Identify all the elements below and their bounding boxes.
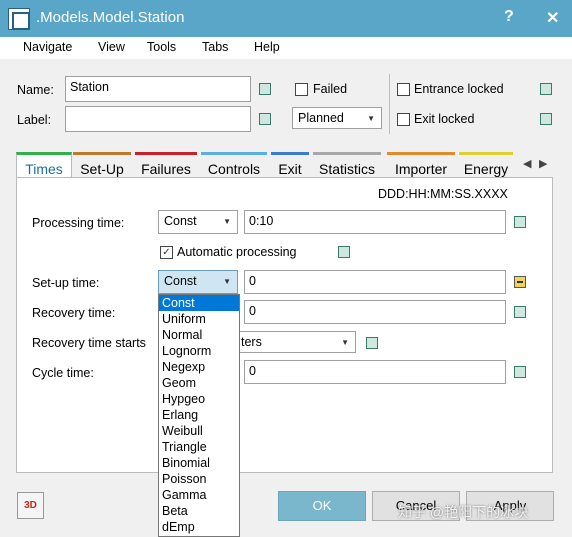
planned-select[interactable]: Planned ▼	[292, 107, 382, 129]
3d-button[interactable]: 3D	[17, 492, 44, 519]
setup-dist-value: Const	[164, 274, 197, 288]
divider	[389, 74, 390, 134]
setup-time-field[interactable]: 0	[244, 270, 506, 294]
tab-scroll-right-icon[interactable]: ▶	[539, 157, 547, 170]
close-button[interactable]: ✕	[546, 8, 559, 28]
distribution-dropdown: Const Uniform Normal Lognorm Negexp Geom…	[158, 294, 240, 537]
processing-inherit-icon[interactable]	[514, 216, 526, 228]
dropdown-option[interactable]: Normal	[159, 327, 239, 343]
menu-bar: Navigate View Tools Tabs Help	[0, 37, 572, 59]
chevron-down-icon: ▼	[341, 338, 349, 347]
tab-strip: Times Set-Up Failures Controls Exit Stat…	[16, 152, 516, 179]
cycle-time-field[interactable]: 0	[244, 360, 506, 384]
tab-setup[interactable]: Set-Up	[73, 152, 131, 178]
auto-processing-label: Automatic processing	[177, 245, 297, 259]
failed-label: Failed	[313, 82, 348, 96]
menu-tabs[interactable]: Tabs	[202, 40, 228, 54]
dropdown-option[interactable]: Binomial	[159, 455, 239, 471]
setup-time-label: Set-up time:	[32, 276, 100, 290]
menu-tools[interactable]: Tools	[147, 40, 176, 54]
exit-inherit-icon[interactable]	[540, 113, 552, 125]
tab-times[interactable]: Times	[16, 152, 72, 179]
label-inherit-icon[interactable]	[259, 113, 271, 125]
menu-view[interactable]: View	[98, 40, 125, 54]
cycle-time-label: Cycle time:	[32, 366, 94, 380]
exit-locked-checkbox[interactable]	[397, 113, 410, 126]
app-icon	[8, 8, 30, 30]
menu-navigate[interactable]: Navigate	[23, 40, 72, 54]
setup-inherit-icon[interactable]	[514, 276, 526, 288]
dropdown-option[interactable]: Hypgeo	[159, 391, 239, 407]
recovery-starts-inherit-icon[interactable]	[366, 337, 378, 349]
entrance-inherit-icon[interactable]	[540, 83, 552, 95]
chevron-down-icon: ▼	[223, 217, 231, 226]
processing-time-label: Processing time:	[32, 216, 125, 230]
watermark: 知乎 @艳阳下的冰块	[398, 504, 529, 520]
tab-statistics[interactable]: Statistics	[313, 152, 381, 178]
auto-processing-checkbox[interactable]: ✓	[160, 246, 173, 259]
entrance-locked-checkbox[interactable]	[397, 83, 410, 96]
dropdown-option[interactable]: Triangle	[159, 439, 239, 455]
recovery-starts-value: ters	[241, 335, 262, 349]
recovery-time-field[interactable]: 0	[244, 300, 506, 324]
processing-dist-select[interactable]: Const ▼	[158, 210, 238, 234]
menu-help[interactable]: Help	[254, 40, 280, 54]
name-field[interactable]: Station	[65, 76, 251, 102]
processing-time-field[interactable]: 0:10	[244, 210, 506, 234]
tab-failures[interactable]: Failures	[135, 152, 197, 178]
planned-value: Planned	[298, 111, 344, 125]
dropdown-option[interactable]: Erlang	[159, 407, 239, 423]
name-label: Name:	[17, 83, 54, 97]
help-button[interactable]: ?	[504, 8, 514, 26]
recovery-time-label: Recovery time:	[32, 306, 116, 320]
dropdown-option[interactable]: Geom	[159, 375, 239, 391]
tab-controls[interactable]: Controls	[201, 152, 267, 178]
cycle-inherit-icon[interactable]	[514, 366, 526, 378]
tab-energy[interactable]: Energy	[459, 152, 513, 178]
dropdown-option[interactable]: Const	[159, 295, 239, 311]
setup-dist-select[interactable]: Const ▼	[158, 270, 238, 294]
dropdown-option[interactable]: Gamma	[159, 487, 239, 503]
recovery-inherit-icon[interactable]	[514, 306, 526, 318]
dropdown-option[interactable]: Poisson	[159, 471, 239, 487]
dropdown-option[interactable]: Negexp	[159, 359, 239, 375]
dropdown-option[interactable]: Lognorm	[159, 343, 239, 359]
title-bar: .Models.Model.Station ? ✕	[0, 0, 572, 37]
recovery-starts-label: Recovery time starts	[32, 336, 146, 350]
tab-exit[interactable]: Exit	[271, 152, 309, 178]
tab-importer[interactable]: Importer	[387, 152, 455, 178]
label-field[interactable]	[65, 106, 251, 132]
chevron-down-icon: ▼	[223, 277, 231, 286]
tab-scroll-left-icon[interactable]: ◀	[523, 157, 531, 170]
dropdown-option[interactable]: Beta	[159, 503, 239, 519]
name-inherit-icon[interactable]	[259, 83, 271, 95]
window-title: .Models.Model.Station	[36, 9, 185, 26]
processing-dist-value: Const	[164, 214, 197, 228]
dropdown-option[interactable]: Uniform	[159, 311, 239, 327]
time-format-label: DDD:HH:MM:SS.XXXX	[378, 187, 508, 201]
exit-locked-label: Exit locked	[414, 112, 475, 126]
dropdown-option[interactable]: dEmp	[159, 519, 239, 535]
auto-processing-inherit-icon[interactable]	[338, 246, 350, 258]
entrance-locked-label: Entrance locked	[414, 82, 504, 96]
dropdown-option[interactable]: Weibull	[159, 423, 239, 439]
chevron-down-icon: ▼	[367, 114, 375, 123]
ok-button[interactable]: OK	[278, 491, 366, 521]
failed-checkbox[interactable]	[295, 83, 308, 96]
label-label: Label:	[17, 113, 52, 127]
